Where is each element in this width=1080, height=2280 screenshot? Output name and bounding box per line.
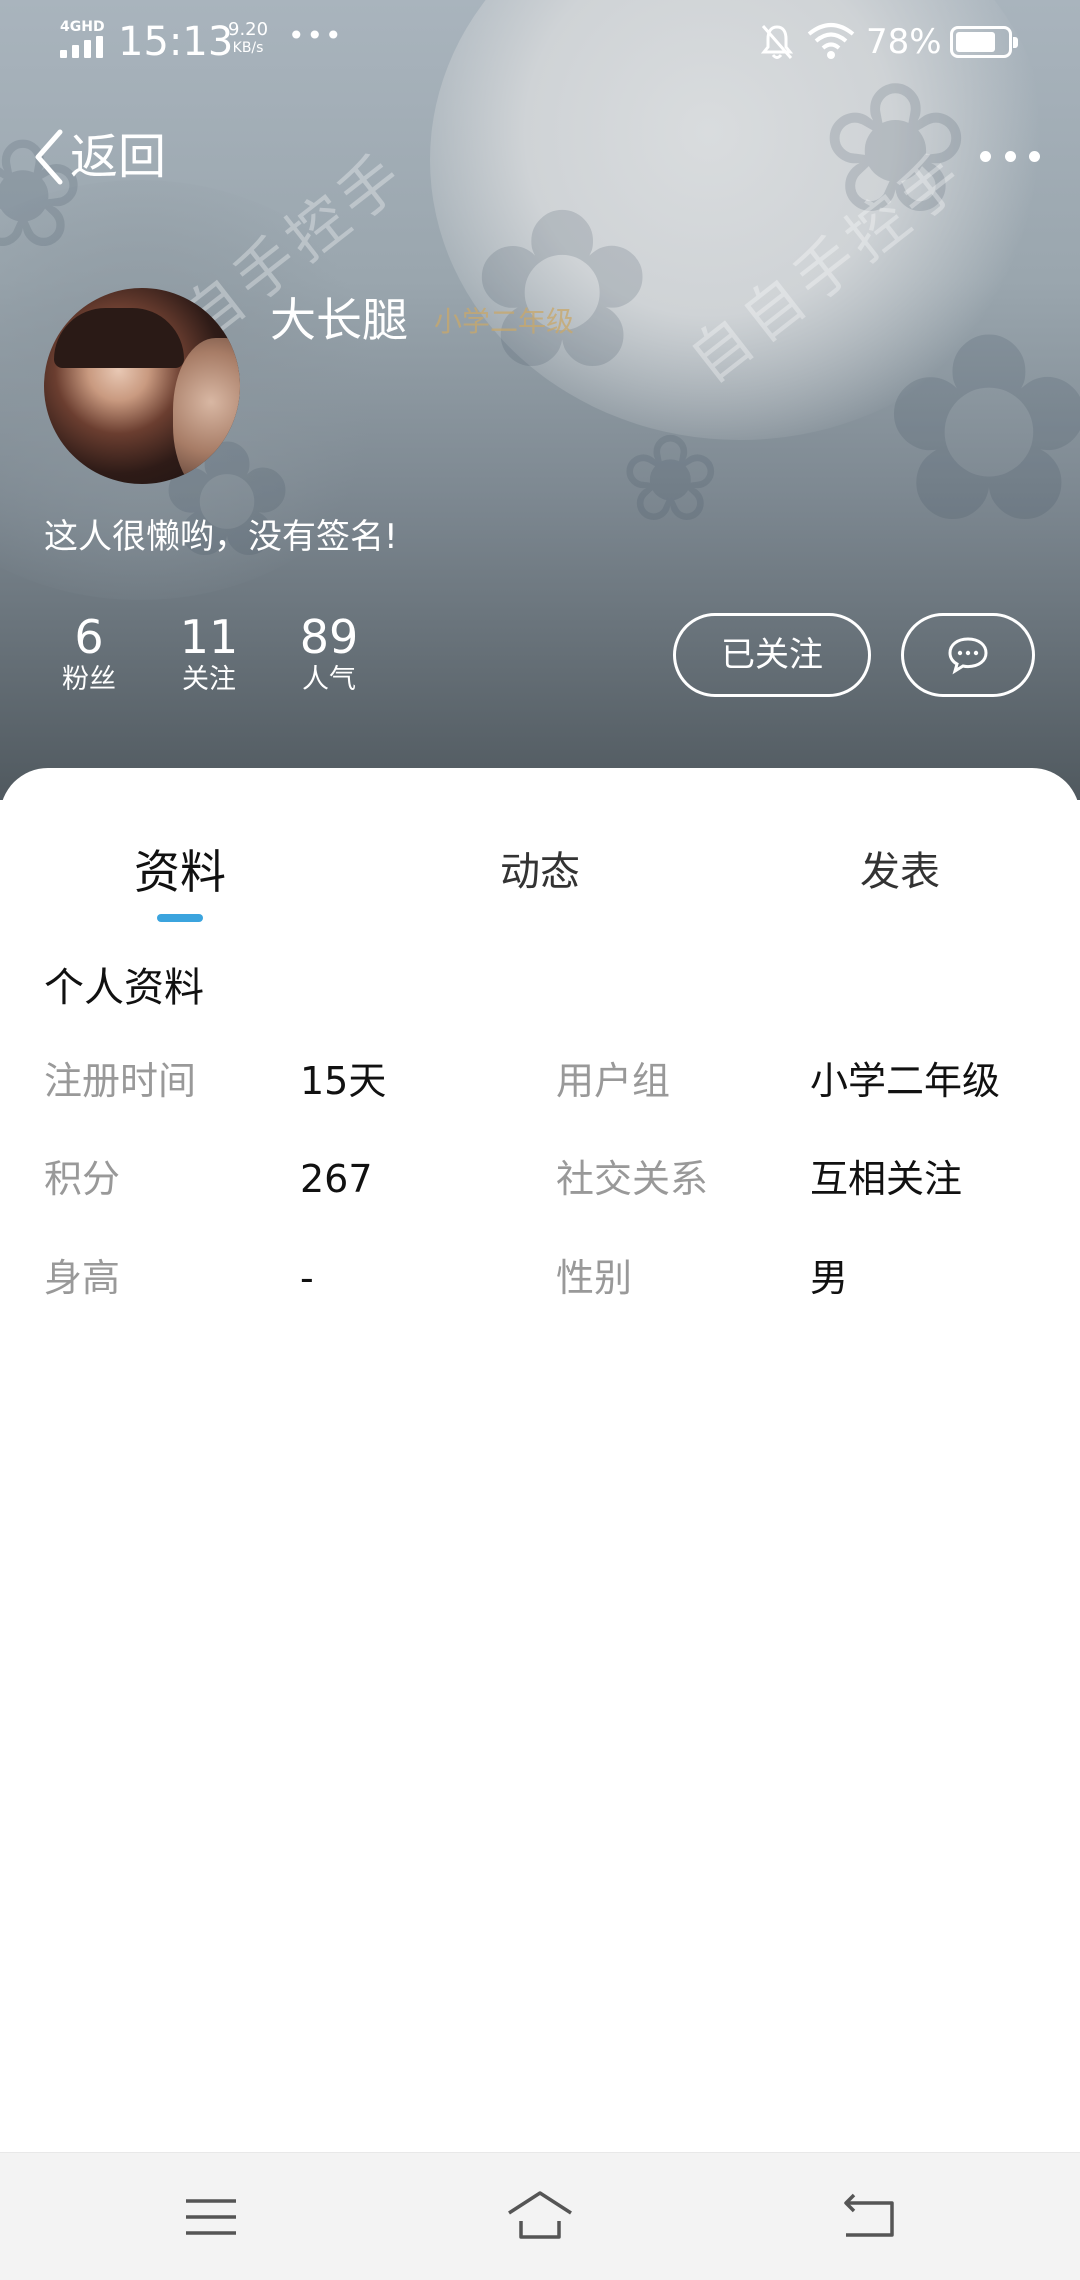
stat-label: 关注 bbox=[182, 664, 236, 695]
user-name: 大长腿 bbox=[270, 293, 408, 347]
more-dots-icon bbox=[1029, 150, 1040, 162]
menu-icon[interactable] bbox=[176, 2185, 246, 2249]
info-row: 身高 - 性别 男 bbox=[0, 1243, 1080, 1313]
battery-fill bbox=[956, 32, 995, 52]
profile-content-card: 资料 动态 发表 个人资料 注册时间 15天 用户组 小学二年级 积分 267 … bbox=[0, 768, 1080, 2152]
tab-active-indicator bbox=[157, 914, 203, 922]
info-row: 积分 267 社交关系 互相关注 bbox=[0, 1144, 1080, 1214]
chevron-left-icon bbox=[35, 129, 63, 185]
info-key: 积分 bbox=[44, 1157, 121, 1201]
stat-label: 人气 bbox=[302, 664, 356, 695]
tab-activity[interactable]: 动态 bbox=[440, 838, 640, 906]
avatar[interactable] bbox=[44, 288, 240, 484]
tab-posts[interactable]: 发表 bbox=[800, 838, 1000, 906]
notification-dots: ••• bbox=[288, 19, 344, 52]
battery-percent: 78% bbox=[866, 22, 942, 62]
user-signature: 这人很懒哟，没有签名! bbox=[44, 517, 398, 557]
more-dots-icon bbox=[1004, 150, 1016, 162]
more-dots-icon bbox=[980, 150, 991, 162]
message-button[interactable] bbox=[901, 613, 1035, 697]
stat-following[interactable]: 11 关注 bbox=[164, 612, 254, 698]
status-time: 15:13 bbox=[118, 19, 234, 65]
status-bar: 4GHD 15:13 9.20 KB/s ••• 78% bbox=[0, 0, 1080, 84]
info-value: - bbox=[300, 1256, 314, 1300]
info-row: 注册时间 15天 用户组 小学二年级 bbox=[0, 1046, 1080, 1116]
network-speed: 9.20 KB/s bbox=[228, 19, 269, 57]
stat-fans[interactable]: 6 粉丝 bbox=[44, 612, 134, 698]
info-value: 小学二年级 bbox=[810, 1059, 1001, 1103]
mute-bell-icon bbox=[760, 25, 794, 59]
battery-icon bbox=[950, 26, 1018, 58]
info-key: 身高 bbox=[44, 1256, 121, 1300]
stat-value: 6 bbox=[74, 610, 104, 664]
info-key: 社交关系 bbox=[556, 1157, 709, 1201]
wifi-icon bbox=[807, 23, 855, 59]
info-key: 性别 bbox=[556, 1256, 633, 1300]
network-type: 4GHD bbox=[60, 19, 105, 35]
flower-decoration: ✿ bbox=[470, 162, 655, 418]
back-arrow-icon[interactable] bbox=[834, 2185, 904, 2249]
followed-button[interactable]: 已关注 bbox=[673, 613, 871, 697]
avatar-hair bbox=[54, 308, 184, 368]
info-key: 用户组 bbox=[556, 1059, 671, 1103]
info-value: 267 bbox=[300, 1157, 373, 1201]
chat-bubble-icon bbox=[948, 637, 988, 675]
info-value: 男 bbox=[810, 1256, 849, 1300]
tab-info[interactable]: 资料 bbox=[80, 838, 280, 906]
user-level: 小学二年级 bbox=[434, 305, 575, 338]
signal-icon bbox=[60, 36, 104, 58]
info-value: 互相关注 bbox=[810, 1157, 963, 1201]
stat-value: 89 bbox=[299, 610, 359, 664]
stat-label: 粉丝 bbox=[62, 664, 116, 695]
back-label: 返回 bbox=[70, 129, 167, 185]
home-icon[interactable] bbox=[505, 2185, 575, 2249]
tab-bar: 资料 动态 发表 bbox=[0, 838, 1080, 938]
flower-decoration: ❀ bbox=[620, 410, 721, 549]
more-options-button[interactable] bbox=[980, 136, 1040, 176]
info-key: 注册时间 bbox=[44, 1059, 197, 1103]
info-value: 15天 bbox=[300, 1059, 387, 1103]
flower-decoration: ✿ bbox=[880, 279, 1080, 581]
stat-value: 11 bbox=[179, 610, 239, 664]
speed-unit: KB/s bbox=[232, 40, 264, 56]
speed-value: 9.20 bbox=[228, 19, 269, 40]
back-button[interactable]: 返回 bbox=[30, 122, 166, 192]
section-title: 个人资料 bbox=[44, 965, 204, 1011]
system-navigation-bar bbox=[0, 2152, 1080, 2280]
stat-popularity: 89 人气 bbox=[284, 612, 374, 698]
